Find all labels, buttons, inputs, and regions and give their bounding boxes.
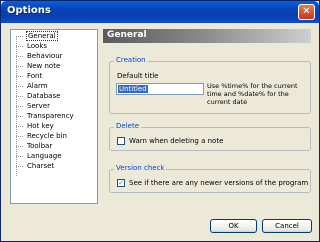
cancel-button[interactable]: Cancel xyxy=(262,219,312,233)
delete-legend: Delete xyxy=(114,122,141,130)
nav-item-label: Server xyxy=(27,102,50,110)
version-check-label: See if there are any newer versions of t… xyxy=(129,179,309,187)
nav-item-hot-key[interactable]: Hot key xyxy=(16,122,55,131)
nav-item-charset[interactable]: Charset xyxy=(16,162,55,171)
options-tree: General Looks Behaviour New note Font Al… xyxy=(10,29,98,204)
hint-line: time and %date% for the xyxy=(207,90,289,98)
nav-item-general[interactable]: General xyxy=(16,31,58,41)
warn-delete-label: Warn when deleting a note xyxy=(129,137,224,145)
window-title: Options xyxy=(7,5,51,16)
creation-legend: Creation xyxy=(114,56,148,64)
hint-line: Use %time% for the current xyxy=(207,82,298,90)
hint-line: current date xyxy=(207,98,248,106)
nav-item-looks[interactable]: Looks xyxy=(16,42,48,51)
default-title-hint: Use %time% for the current time and %dat… xyxy=(207,82,298,106)
nav-item-label: General xyxy=(26,31,58,41)
nav-item-server[interactable]: Server xyxy=(16,102,51,111)
nav-item-label: Hot key xyxy=(27,122,54,130)
version-check-group: Version check ✓ See if there are any new… xyxy=(109,164,311,193)
checkmark-icon: ✓ xyxy=(118,178,124,187)
nav-item-label: Language xyxy=(27,152,62,160)
close-button[interactable]: ✕ xyxy=(298,4,315,20)
close-icon: ✕ xyxy=(302,6,311,17)
section-title: General xyxy=(107,30,147,40)
nav-item-new-note[interactable]: New note xyxy=(16,62,61,71)
nav-item-label: Behaviour xyxy=(27,52,63,60)
section-header: General xyxy=(103,29,311,43)
nav-item-label: Database xyxy=(27,92,61,100)
nav-item-label: Recycle bin xyxy=(27,132,67,140)
default-title-value: Untitled xyxy=(118,85,148,93)
nav-item-label: Font xyxy=(27,72,43,80)
creation-group: Creation Default title Untitled Use %tim… xyxy=(109,56,311,114)
options-window: Options ✕ General Looks Behaviour New no… xyxy=(0,0,320,242)
nav-item-label: Alarm xyxy=(27,82,48,90)
nav-item-database[interactable]: Database xyxy=(16,92,61,101)
default-title-input[interactable]: Untitled xyxy=(116,83,204,95)
nav-item-transparency[interactable]: Transparency xyxy=(16,112,75,121)
nav-item-toolbar[interactable]: Toolbar xyxy=(16,142,53,151)
warn-delete-checkbox[interactable] xyxy=(117,137,125,145)
ok-button[interactable]: OK xyxy=(210,219,257,233)
nav-item-label: Toolbar xyxy=(27,142,53,150)
nav-item-label: Looks xyxy=(27,42,48,50)
nav-item-behaviour[interactable]: Behaviour xyxy=(16,52,64,61)
nav-item-label: New note xyxy=(27,62,61,70)
nav-item-font[interactable]: Font xyxy=(16,72,43,81)
nav-item-label: Charset xyxy=(27,162,55,170)
nav-item-language[interactable]: Language xyxy=(16,152,63,161)
nav-item-label: Transparency xyxy=(27,112,74,120)
nav-item-recycle-bin[interactable]: Recycle bin xyxy=(16,132,68,141)
nav-item-alarm[interactable]: Alarm xyxy=(16,82,49,91)
title-bar[interactable]: Options ✕ xyxy=(1,1,319,23)
default-title-label: Default title xyxy=(117,72,159,80)
version-legend: Version check xyxy=(114,164,167,172)
delete-group: Delete Warn when deleting a note xyxy=(109,122,311,151)
version-check-checkbox[interactable]: ✓ xyxy=(117,179,125,187)
